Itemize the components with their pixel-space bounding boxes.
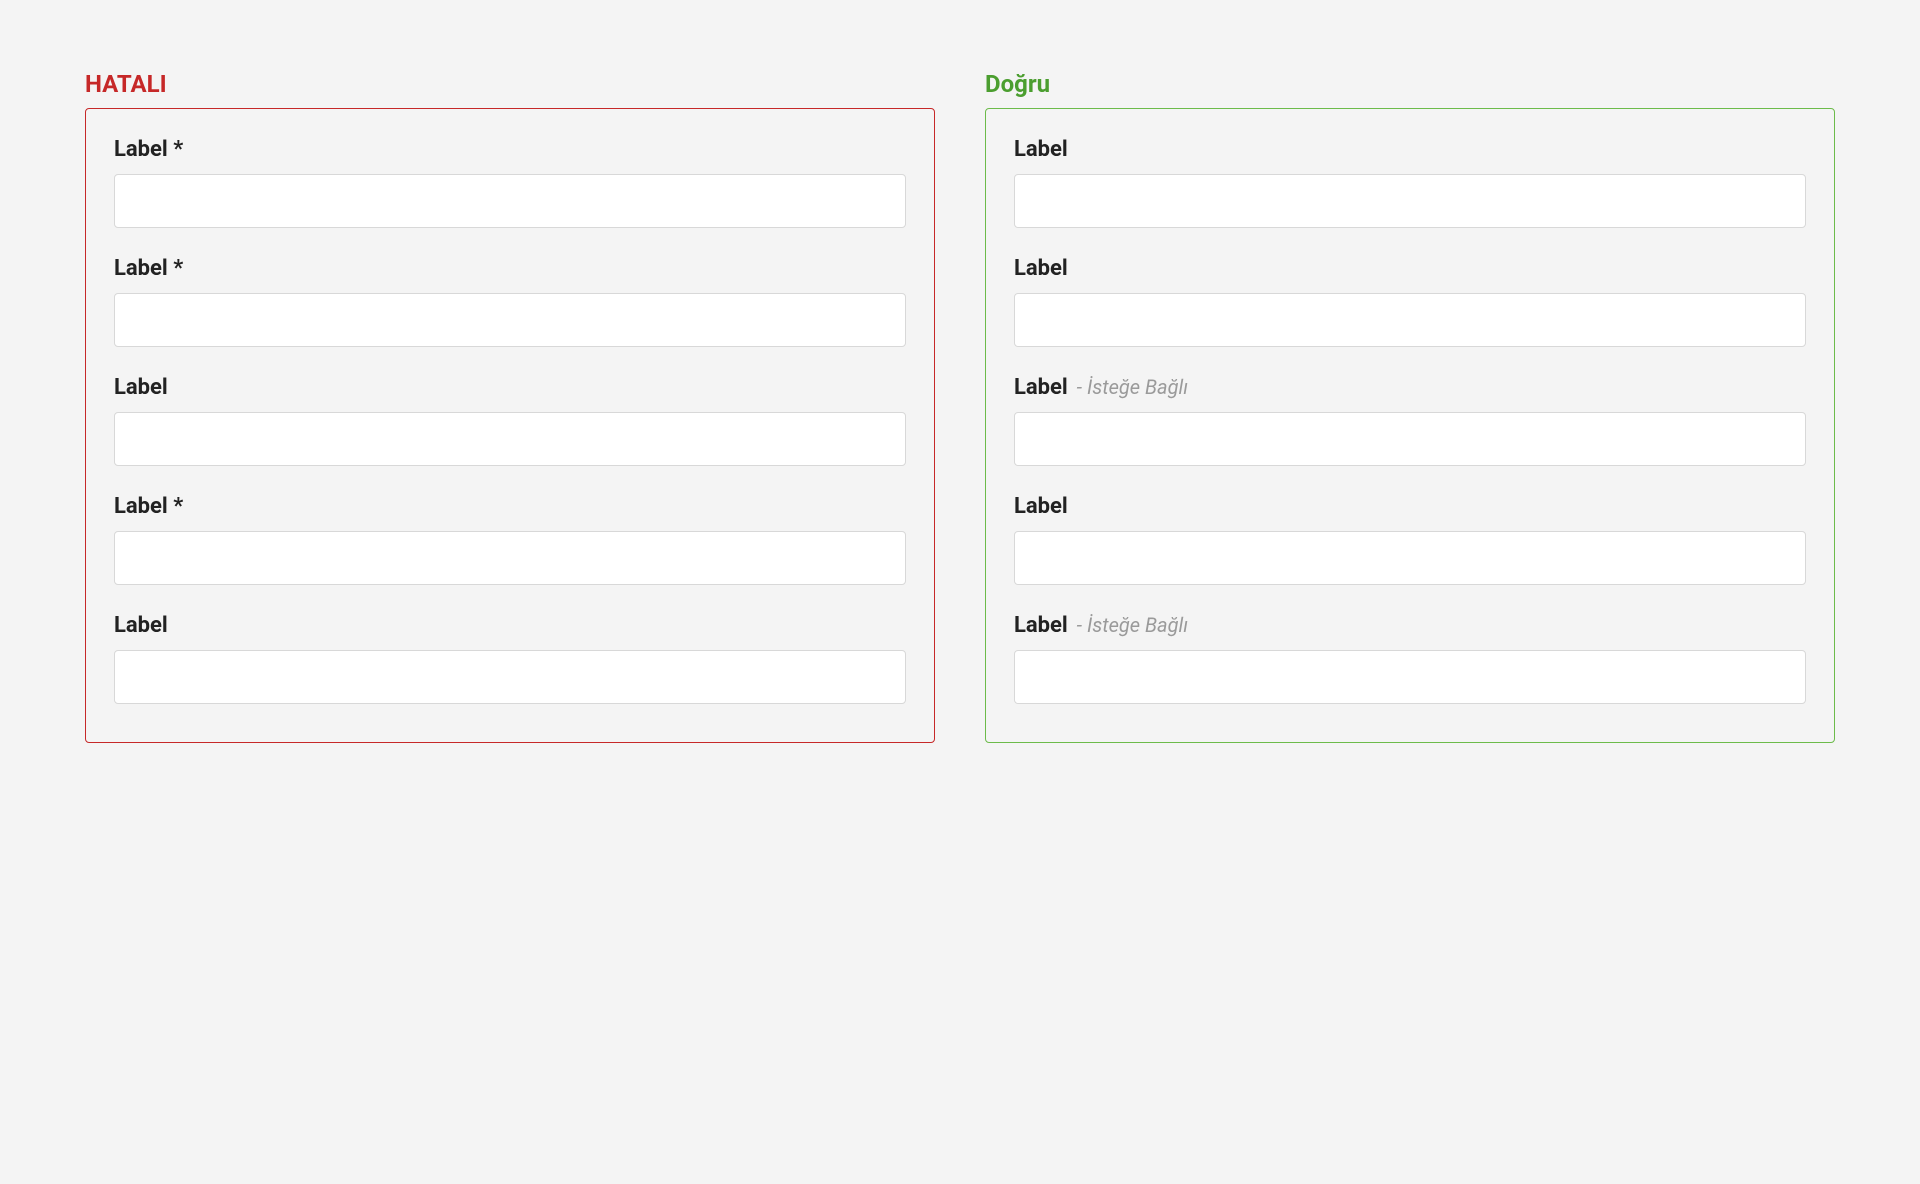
text-input[interactable] [114,650,906,704]
field-label: Label [1014,137,1068,162]
text-input[interactable] [1014,293,1806,347]
form-group: Label [1014,137,1806,228]
incorrect-panel: Label * Label * Label Label * [85,108,935,743]
correct-title: Doğru [985,70,1835,98]
label-row: Label * [114,137,906,162]
text-input[interactable] [114,293,906,347]
text-input[interactable] [1014,412,1806,466]
form-group: Label * [114,256,906,347]
text-input[interactable] [1014,174,1806,228]
form-group: Label [114,375,906,466]
text-input[interactable] [1014,531,1806,585]
field-label: Label [1014,613,1068,638]
label-row: Label * [114,494,906,519]
incorrect-column: HATALI Label * Label * Label [85,70,935,743]
form-group: Label * [114,137,906,228]
label-row: Label [1014,494,1806,519]
form-group: Label [1014,256,1806,347]
form-group: Label - İsteğe Bağlı [1014,613,1806,704]
label-row: Label - İsteğe Bağlı [1014,375,1806,400]
incorrect-title: HATALI [85,70,935,98]
field-label: Label * [114,137,183,162]
field-label: Label [1014,494,1068,519]
field-label: Label * [114,494,183,519]
correct-column: Doğru Label Label Label - İsteğe Bağlı [985,70,1835,743]
text-input[interactable] [114,174,906,228]
label-row: Label [114,375,906,400]
field-label: Label [114,375,168,400]
field-label: Label [1014,256,1068,281]
text-input[interactable] [114,412,906,466]
text-input[interactable] [114,531,906,585]
field-label: Label [1014,375,1068,400]
form-group: Label - İsteğe Bağlı [1014,375,1806,466]
form-group: Label [114,613,906,704]
label-row: Label - İsteğe Bağlı [1014,613,1806,638]
optional-hint: - İsteğe Bağlı [1072,375,1188,399]
label-row: Label * [114,256,906,281]
comparison-container: HATALI Label * Label * Label [85,70,1835,743]
field-label: Label * [114,256,183,281]
form-group: Label * [114,494,906,585]
label-row: Label [1014,256,1806,281]
label-row: Label [1014,137,1806,162]
optional-hint: - İsteğe Bağlı [1072,613,1188,637]
form-group: Label [1014,494,1806,585]
field-label: Label [114,613,168,638]
correct-panel: Label Label Label - İsteğe Bağlı Label [985,108,1835,743]
text-input[interactable] [1014,650,1806,704]
label-row: Label [114,613,906,638]
